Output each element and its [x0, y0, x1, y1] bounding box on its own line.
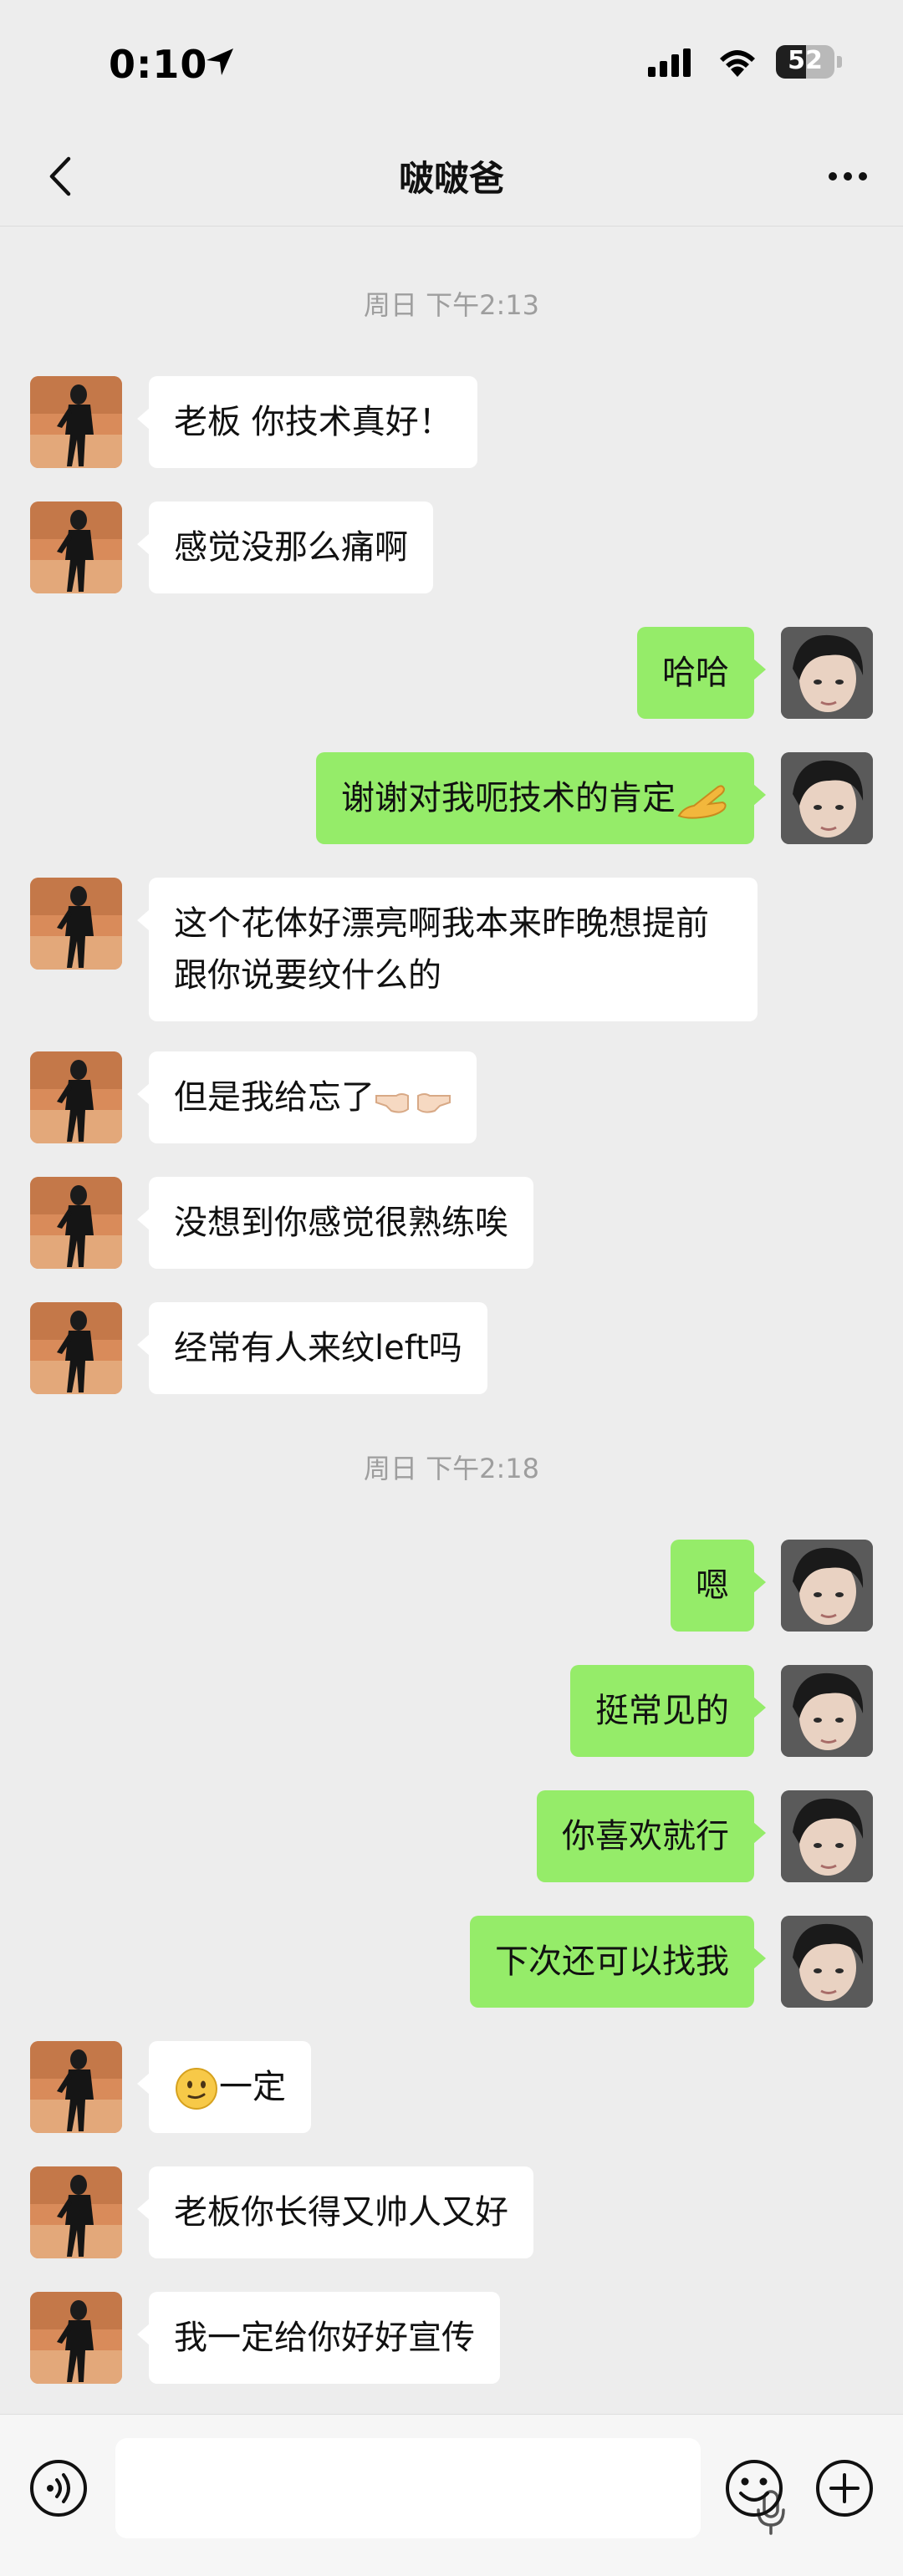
- message-bubble[interactable]: 感觉没那么痛啊: [137, 501, 433, 593]
- voice-input-icon[interactable]: [28, 2458, 89, 2518]
- input-toolbar: [0, 2414, 903, 2576]
- cellular-signal-icon: [648, 48, 691, 77]
- message-bubble[interactable]: 一定: [137, 2041, 311, 2133]
- battery-percent: 52: [788, 46, 823, 75]
- chat-title: 啵啵爸: [398, 158, 504, 199]
- contact-avatar[interactable]: [30, 501, 122, 593]
- message-input[interactable]: [115, 2438, 785, 2538]
- emoji-icon[interactable]: [724, 2458, 784, 2518]
- contact-avatar[interactable]: [30, 2166, 122, 2258]
- my-avatar[interactable]: [781, 1540, 873, 1632]
- message-text: 一定: [219, 2068, 286, 2106]
- my-avatar[interactable]: [781, 752, 873, 844]
- my-avatar[interactable]: [781, 1916, 873, 2008]
- message-bubble[interactable]: 谢谢对我呃技术的肯定: [316, 752, 766, 844]
- message-bubble[interactable]: 你喜欢就行: [537, 1790, 766, 1882]
- pointing-fingers-emoji-icon: [375, 1093, 451, 1113]
- message-timestamp: 周日 下午2:13: [363, 289, 540, 321]
- message-bubble[interactable]: 没想到你感觉很熟练唉: [137, 1177, 533, 1269]
- message-bubble[interactable]: 老板你长得又帅人又好: [137, 2166, 533, 2258]
- battery-tip: [837, 56, 842, 68]
- ok-hand-emoji-icon: [677, 785, 727, 819]
- more-options-icon[interactable]: [828, 171, 868, 181]
- battery-indicator: 52: [776, 45, 843, 79]
- message-bubble[interactable]: 哈哈: [637, 627, 766, 719]
- contact-avatar[interactable]: [30, 1302, 122, 1394]
- message-bubble[interactable]: 嗯: [671, 1540, 766, 1632]
- message-bubble[interactable]: 挺常见的: [570, 1665, 766, 1757]
- message-bubble[interactable]: 我一定给你好好宣传: [137, 2292, 500, 2384]
- battery-body: 52: [776, 45, 834, 79]
- message-bubble[interactable]: 下次还可以找我: [470, 1916, 766, 2008]
- slightly-smiling-face-emoji-icon: [176, 2068, 217, 2110]
- plus-icon[interactable]: [814, 2458, 875, 2518]
- message-bubble[interactable]: 经常有人来纹left吗: [137, 1302, 487, 1394]
- contact-avatar[interactable]: [30, 1177, 122, 1269]
- status-time: 0:10: [109, 42, 208, 87]
- message-timestamp: 周日 下午2:18: [363, 1453, 540, 1484]
- message-bubble[interactable]: 但是我给忘了: [137, 1051, 477, 1143]
- location-arrow-icon: [207, 48, 233, 75]
- status-bar: 0:10 52: [0, 0, 903, 125]
- my-avatar[interactable]: [781, 1665, 873, 1757]
- contact-avatar[interactable]: [30, 2292, 122, 2384]
- wifi-icon: [720, 50, 755, 77]
- my-avatar[interactable]: [781, 627, 873, 719]
- message-bubble[interactable]: 老板 你技术真好！: [137, 376, 477, 468]
- message-bubble[interactable]: 这个花体好漂亮啊我本来昨晚想提前跟你说要纹什么的: [137, 878, 758, 1021]
- message-text: 但是我给忘了: [174, 1078, 375, 1117]
- contact-avatar[interactable]: [30, 376, 122, 468]
- contact-avatar[interactable]: [30, 1051, 122, 1143]
- my-avatar[interactable]: [781, 1790, 873, 1882]
- contact-avatar[interactable]: [30, 2041, 122, 2133]
- chat-header: 啵啵爸: [0, 125, 903, 227]
- message-text: 谢谢对我呃技术的肯定: [341, 779, 676, 817]
- contact-avatar[interactable]: [30, 878, 122, 970]
